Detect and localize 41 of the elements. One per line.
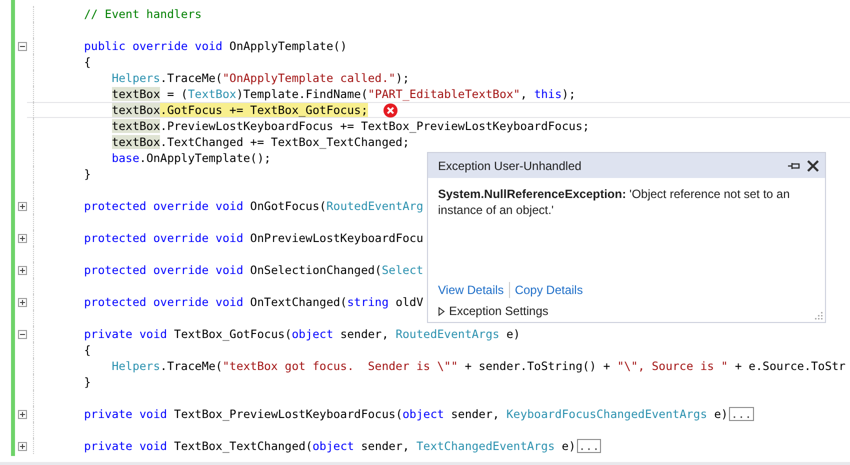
collapsed-code-button[interactable]: ... (576, 439, 602, 453)
code-line: public override void OnApplyTemplate() (84, 39, 348, 53)
collapsed-code-button[interactable]: ... (728, 407, 754, 421)
pin-button[interactable] (787, 160, 801, 170)
error-icon (382, 102, 398, 118)
exception-settings-expander[interactable]: Exception Settings (438, 304, 815, 318)
code-line: } (84, 167, 91, 181)
expand-icon[interactable] (18, 442, 27, 450)
code-line: protected override void OnTextChanged(string oldV (84, 295, 424, 309)
code-line: } (84, 375, 91, 389)
code-line: { (84, 55, 91, 69)
expand-icon[interactable] (18, 234, 27, 242)
close-button[interactable] (807, 160, 819, 172)
code-line: textBox = (TextBox)Template.FindName("PART_EditableTextBox", this); (112, 87, 576, 101)
collapse-icon[interactable] (18, 42, 27, 50)
code-line: { (84, 343, 91, 357)
expand-icon[interactable] (18, 298, 27, 306)
code-line: textBox.GotFocus += TextBox_GotFocus; (112, 103, 368, 117)
resize-grip-icon[interactable] (813, 310, 823, 320)
code-line: protected override void OnPreviewLostKeyboardFocu (84, 231, 424, 245)
expand-icon[interactable] (18, 410, 27, 418)
details-link[interactable]: View Details (438, 283, 504, 297)
pin-icon (787, 160, 801, 170)
code-line: private void TextBox_GotFocus(object sender, RoutedEventArgs e) (84, 327, 520, 341)
code-line: protected override void OnGotFocus(RoutedEventArg (84, 199, 424, 213)
details-link[interactable]: Copy Details (514, 283, 583, 297)
code-line: private void TextBox_PreviewLostKeyboardFocus(object sender, KeyboardFocusChangedEventArgs e) (84, 407, 728, 421)
popup-title: Exception User-Unhandled (438, 158, 582, 172)
code-line: // Event handlers (84, 7, 202, 21)
code-line: Helpers.TraceMe("textBox got focus. Sender is \"" + sender.ToString() + "\", Source is " + e.Source.ToStr (112, 359, 846, 373)
code-line: protected override void OnSelectionChanged(Select (84, 263, 424, 277)
code-line: Helpers.TraceMe("OnApplyTemplate called."); (112, 71, 410, 85)
code-line: base.OnApplyTemplate(); (112, 151, 271, 165)
code-line: textBox.TextChanged += TextBox_TextChanged; (112, 135, 410, 149)
expand-icon[interactable] (18, 202, 27, 210)
close-icon (807, 160, 819, 172)
collapse-icon[interactable] (18, 330, 27, 338)
expand-icon[interactable] (18, 266, 27, 274)
code-line: private void TextBox_TextChanged(object sender, TextChangedEventArgs e) (84, 439, 576, 453)
code-line: textBox.PreviewLostKeyboardFocus += TextBox_PreviewLostKeyboardFocus; (112, 119, 590, 133)
exception-message: System.NullReferenceException: 'Object reference not set to an instance of an object.' (438, 186, 791, 219)
